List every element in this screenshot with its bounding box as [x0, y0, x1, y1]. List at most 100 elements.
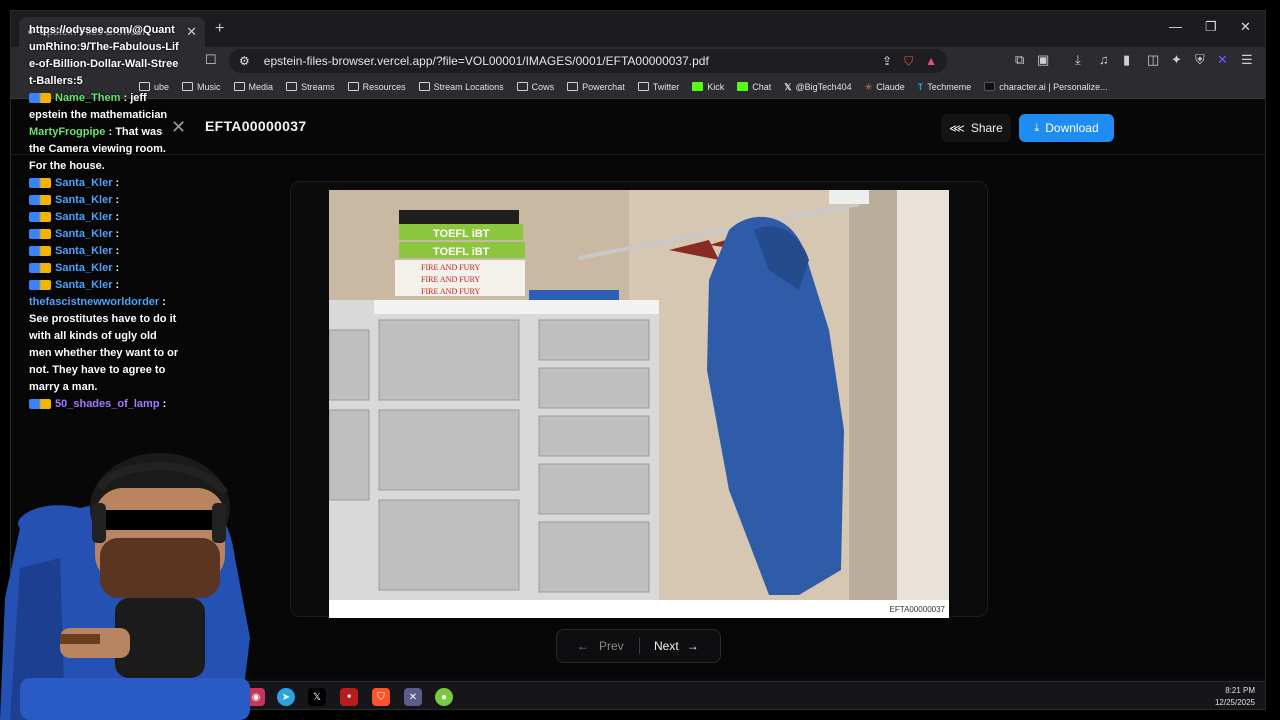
- bookmark-item[interactable]: Kick: [692, 82, 724, 92]
- chat-message: Santa_Kler :: [29, 192, 181, 209]
- next-button[interactable]: Next →: [640, 639, 699, 653]
- sidebar-icon[interactable]: ▮: [1123, 52, 1130, 68]
- address-bar[interactable]: ⚙ epstein-files-browser.vercel.app/?file…: [229, 49, 947, 73]
- book-title: FIRE AND FURY: [421, 275, 480, 284]
- profile-icon[interactable]: ✕: [1217, 52, 1228, 68]
- prev-button[interactable]: ← Prev: [557, 639, 639, 653]
- bookmark-item[interactable]: Streams: [286, 82, 335, 92]
- techmeme-icon: T: [917, 82, 924, 92]
- bookmark-item[interactable]: T Techmeme: [917, 82, 972, 93]
- chat-badge-icon: [29, 93, 51, 104]
- extensions-icon[interactable]: ⧉: [1015, 52, 1024, 68]
- bookmark-item[interactable]: 𝕏 @BigTech404: [784, 82, 851, 93]
- close-window-button[interactable]: ✕: [1240, 19, 1251, 35]
- x-icon: 𝕏: [784, 82, 792, 92]
- share-button[interactable]: ⋘ Share: [941, 114, 1011, 142]
- media-icon[interactable]: ♫: [1099, 52, 1109, 67]
- closet-photo: TOEFL iBT TOEFL iBT FIRE AND FURY FIRE A…: [329, 190, 949, 618]
- bookmark-item[interactable]: Stream Locations: [418, 82, 504, 92]
- brave-rewards-icon[interactable]: ▲: [925, 54, 937, 68]
- book-title: TOEFL iBT: [433, 246, 490, 258]
- brave-taskbar-icon[interactable]: ⛉: [372, 688, 390, 706]
- bookmark-item[interactable]: Powerchat: [567, 82, 625, 92]
- new-tab-button[interactable]: +: [215, 20, 224, 38]
- bookmarks-bar: ube Music Media Streams Resources Stream…: [11, 75, 1265, 99]
- claude-icon: ✳: [864, 82, 873, 92]
- book-title: TOEFL iBT: [433, 228, 490, 240]
- screenshot-icon[interactable]: ▣: [1037, 52, 1049, 68]
- chat-badge-icon: [29, 399, 51, 410]
- folder-icon: [347, 82, 359, 91]
- chat-badge-icon: [29, 178, 51, 189]
- bookmark-item[interactable]: Resources: [347, 82, 406, 92]
- kick-icon: [737, 82, 749, 91]
- browser-taskbar-icon[interactable]: ✕: [404, 688, 422, 706]
- chat-message: Santa_Kler :: [29, 260, 181, 277]
- chat-message: Santa_Kler :: [29, 243, 181, 260]
- chat-badge-icon: [29, 280, 51, 291]
- book-title: FIRE AND FURY: [421, 263, 480, 272]
- bookmark-item[interactable]: Media: [233, 82, 273, 92]
- vpn-icon[interactable]: ⛨: [1195, 52, 1205, 68]
- leo-icon[interactable]: ✦: [1171, 52, 1182, 68]
- news-app-icon[interactable]: ■: [340, 688, 358, 706]
- chat-message: Santa_Kler :: [29, 277, 181, 294]
- downloads-icon[interactable]: ⤓: [1075, 52, 1081, 68]
- characterai-icon: [984, 82, 996, 91]
- bookmark-item[interactable]: Twitter: [637, 82, 679, 92]
- address-toolbar: ☐ ⚙ epstein-files-browser.vercel.app/?fi…: [11, 47, 1265, 75]
- maximize-button[interactable]: ❐: [1205, 19, 1217, 35]
- page-title: EFTA00000037: [205, 118, 307, 134]
- chat-message: thefascistnewworldorder : See prostitute…: [29, 296, 179, 393]
- telegram-icon[interactable]: ➤: [277, 688, 295, 706]
- chat-message: Santa_Kler :: [29, 209, 181, 226]
- chat-message: MartyFrogpipe : That was the Camera view…: [29, 126, 166, 172]
- image-viewer: TOEFL iBT TOEFL iBT FIRE AND FURY FIRE A…: [290, 181, 988, 618]
- chat-badge-icon: [29, 263, 51, 274]
- folder-icon: [418, 82, 430, 91]
- arrow-right-icon: →: [686, 639, 699, 653]
- folder-icon: [637, 82, 649, 91]
- pagination: ← Prev Next →: [556, 629, 721, 663]
- stream-chat-overlay: https://odysee.com/@QuantumRhino:9/The-F…: [29, 22, 181, 413]
- folder-icon: [567, 82, 579, 91]
- wallet-icon[interactable]: ◫: [1147, 52, 1159, 68]
- viewer-header: ✕ EFTA00000037 ⋘ Share ⤓ Download: [11, 99, 1265, 155]
- document-image: TOEFL iBT TOEFL iBT FIRE AND FURY FIRE A…: [329, 190, 949, 618]
- tab-close-icon[interactable]: ✕: [186, 24, 197, 40]
- menu-icon[interactable]: ☰: [1241, 52, 1253, 68]
- chat-badge-icon: [29, 246, 51, 257]
- download-icon: ⤓: [1034, 121, 1040, 134]
- bookmark-item[interactable]: Cows: [516, 82, 554, 92]
- folder-icon: [233, 82, 245, 91]
- bookmark-item[interactable]: ✳ Claude: [864, 82, 905, 93]
- system-clock[interactable]: 8:21 PM 12/25/2025: [1215, 685, 1255, 709]
- folder-icon: [516, 82, 528, 91]
- folder-icon: [182, 82, 194, 91]
- x-app-icon[interactable]: 𝕏: [308, 688, 326, 706]
- arrow-left-icon: ←: [577, 639, 589, 653]
- kick-icon: [692, 82, 704, 91]
- bookmark-item[interactable]: Music: [182, 82, 221, 92]
- chat-message: Santa_Kler :: [29, 226, 181, 243]
- brave-shield-icon[interactable]: ⛉: [904, 54, 913, 69]
- bookmark-item[interactable]: Chat: [737, 82, 771, 92]
- book-title: FIRE AND FURY: [421, 287, 480, 296]
- chat-badge-icon: [29, 212, 51, 223]
- site-settings-icon[interactable]: ⚙: [239, 54, 250, 68]
- image-caption: EFTA00000037: [889, 605, 945, 614]
- chat-badge-icon: [29, 229, 51, 240]
- chat-message: 50_shades_of_lamp :: [29, 396, 181, 413]
- chat-message: Name_Them : jeff epstein the mathematici…: [29, 92, 168, 121]
- download-button[interactable]: ⤓ Download: [1019, 114, 1114, 142]
- minimize-button[interactable]: —: [1169, 19, 1182, 34]
- chat-header-link: https://odysee.com/@QuantumRhino:9/The-F…: [29, 24, 179, 87]
- streamer-avatar: [0, 453, 250, 720]
- share-page-icon[interactable]: ⇪: [882, 54, 892, 68]
- folder-icon: [286, 82, 298, 91]
- tab-strip: ● Epstein Files Browser ✕ + — ❐ ✕: [11, 11, 1265, 47]
- url-text: epstein-files-browser.vercel.app/?file=V…: [263, 54, 709, 68]
- bookmark-icon[interactable]: ☐: [205, 52, 217, 68]
- app-taskbar-icon[interactable]: ●: [435, 688, 453, 706]
- bookmark-item[interactable]: character.ai | Personalize...: [984, 82, 1108, 92]
